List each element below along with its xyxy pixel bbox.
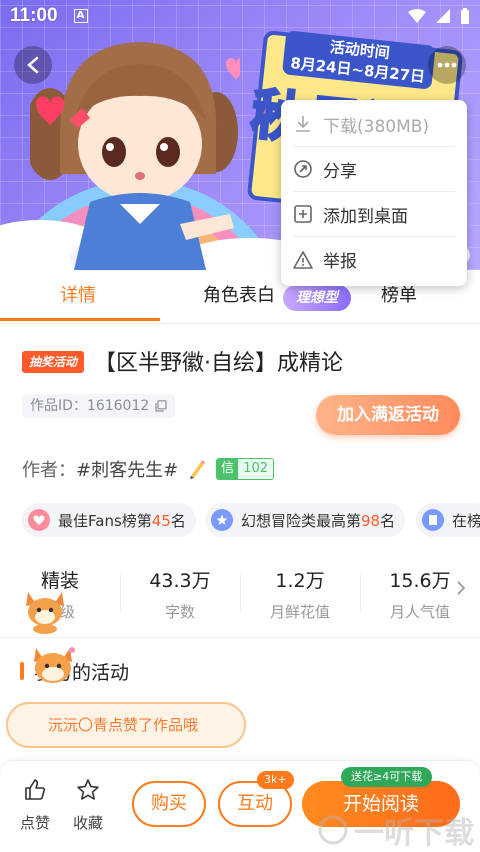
tab-detail[interactable]: 详情: [60, 270, 96, 322]
download-icon: [296, 116, 310, 132]
stat-label: 月鲜花值: [269, 603, 330, 621]
tab-active-indicator: [0, 318, 160, 321]
share-icon: [294, 160, 312, 178]
work-id[interactable]: 作品ID：1616012: [22, 394, 176, 418]
status-time: 11:00: [10, 5, 58, 26]
favorite-label: 收藏: [72, 814, 103, 832]
start-reading-button[interactable]: 开始阅读: [302, 781, 460, 827]
like-label: 点赞: [19, 814, 50, 832]
fox-mascot-icon: [34, 647, 75, 683]
report-icon: [293, 250, 313, 269]
status-bar: 11:00 A: [0, 0, 480, 32]
star-rank-icon: [211, 509, 233, 531]
author-name: #刺客先生#: [76, 460, 179, 481]
work-title: 【区半野徽·自绘】成精论: [94, 351, 343, 376]
author-row: 作者：#刺客先生# 信 102: [22, 456, 275, 482]
rank-chip-fantasy[interactable]: 幻想冒险类最高第98名: [205, 503, 406, 537]
buy-button[interactable]: 购买: [132, 781, 206, 827]
menu-item-add-to-desktop[interactable]: 添加到桌面: [293, 192, 455, 237]
more-dots-icon: [437, 62, 457, 68]
wifi-icon: [408, 9, 426, 23]
copy-icon: [155, 400, 167, 412]
fox-mascot-icon: [26, 592, 64, 634]
pencil-icon: [190, 460, 206, 479]
interact-count-badge: 3k+: [257, 771, 294, 789]
star-icon: [77, 779, 99, 800]
like-button[interactable]: 点赞: [17, 778, 53, 833]
rank-chip-fans[interactable]: 最佳Fans榜第45名: [22, 503, 196, 537]
author-label: 作者：: [22, 460, 76, 481]
chevron-right-icon[interactable]: [455, 580, 467, 596]
rank-chip-onlist[interactable]: 在榜: [416, 503, 480, 537]
credit-value: 102: [238, 459, 274, 479]
menu-item-share[interactable]: 分享: [293, 147, 455, 192]
back-arrow-icon: [27, 56, 39, 74]
menu-item-label: 举报: [323, 252, 357, 272]
status-icons: [408, 8, 470, 24]
tab-character[interactable]: 角色表白: [203, 270, 275, 322]
stat-word-count: 43.3万 字数: [120, 566, 240, 622]
credit-badge: 信 102: [216, 458, 275, 480]
battery-icon: [461, 8, 469, 24]
credit-key: 信: [217, 459, 239, 479]
character-illustration: [30, 42, 240, 270]
join-event-button[interactable]: 加入满返活动: [316, 395, 460, 435]
menu-item-label: 分享: [323, 161, 357, 182]
menu-item-label: 下载(380MB): [323, 116, 430, 137]
list-rank-icon: [422, 509, 444, 531]
signal-icon: [436, 9, 450, 23]
back-button[interactable]: [14, 46, 52, 84]
work-id-text: 作品ID：1616012: [30, 398, 150, 414]
rank-chip-text: 在榜: [452, 511, 480, 530]
stat-flowers: 1.2万 月鲜花值: [240, 566, 360, 622]
add-to-desktop-icon: [294, 205, 312, 223]
heart-rank-icon: [28, 509, 50, 531]
section-accent-bar: [20, 662, 24, 680]
thumbs-up-icon: [25, 779, 46, 800]
lottery-tag: 抽奖活动: [22, 351, 84, 373]
notification-a-icon: A: [73, 9, 88, 23]
menu-item-label: 添加到桌面: [323, 206, 408, 227]
download-hint-badge: 送花≥4可下载: [341, 767, 433, 787]
stat-label: 字数: [164, 603, 195, 621]
like-toast: 沅沅〇青点赞了作品哦: [6, 702, 246, 748]
rank-chip-text: 最佳Fans榜第45名: [58, 511, 186, 530]
author-text[interactable]: 作者：#刺客先生#: [22, 456, 178, 482]
favorite-button[interactable]: 收藏: [70, 778, 106, 833]
ideal-type-badge: 理想型: [283, 285, 351, 311]
rank-chip-text: 幻想冒险类最高第98名: [241, 511, 396, 530]
section-divider: [0, 637, 480, 638]
stat-value: 43.3万: [149, 570, 211, 592]
stat-value: 1.2万: [275, 570, 325, 592]
menu-item-download[interactable]: 下载(380MB): [293, 102, 455, 147]
more-button[interactable]: [428, 46, 466, 84]
menu-item-report[interactable]: 举报: [293, 237, 455, 282]
stat-label: 月人气值: [389, 603, 450, 621]
more-menu: 下载(380MB) 分享 添加到桌面 举报: [281, 100, 467, 286]
